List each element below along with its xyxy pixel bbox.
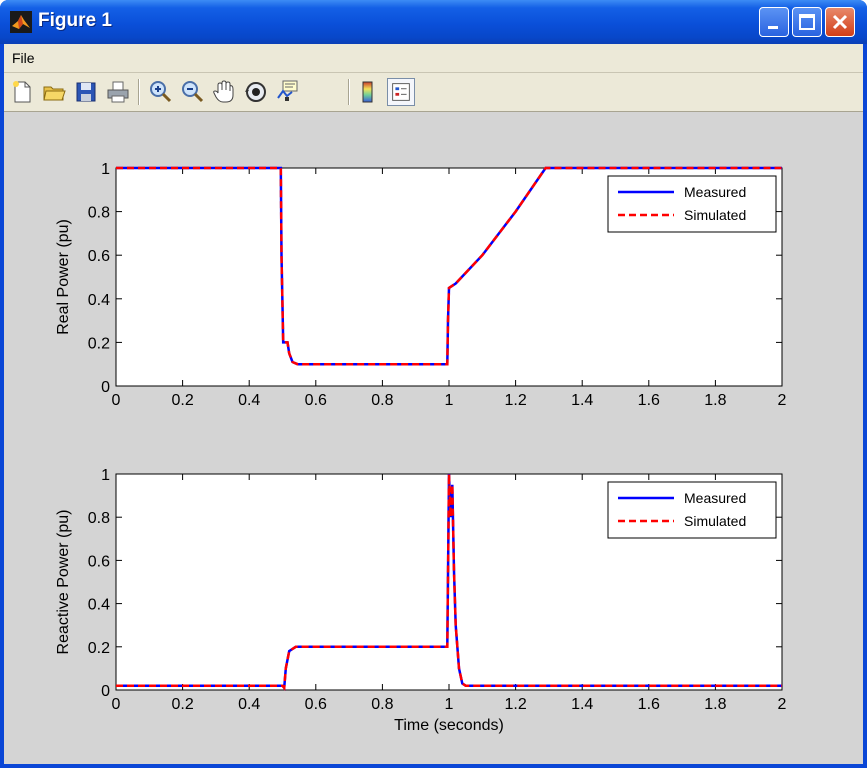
y-axis-label: Reactive Power (pu) xyxy=(55,510,72,655)
y-tick-label: 0.2 xyxy=(88,335,110,352)
y-tick-label: 0.4 xyxy=(88,597,110,614)
y-tick-label: 1 xyxy=(101,161,110,178)
rotate-3d-icon[interactable] xyxy=(242,78,270,106)
axes-1: 0 0.2 0.4 0.6 0.8 1 1.2 1.4 1.6 1.8 2 0 0.2 0.4 0.6 0.8… xyxy=(55,161,787,409)
close-icon xyxy=(832,14,848,30)
x-tick-label: 0.8 xyxy=(371,696,393,713)
print-icon[interactable] xyxy=(104,78,132,106)
save-icon[interactable] xyxy=(72,78,100,106)
axes-2: 0 0.2 0.4 0.6 0.8 1 1.2 1.4 1.6 1.8 2 0 0.2 0.4 0.6 0.8… xyxy=(55,467,787,734)
toolbar-separator xyxy=(348,79,350,105)
x-tick-label: 0.2 xyxy=(171,696,193,713)
legend: Measured Simulated xyxy=(607,481,777,539)
x-tick-label: 1.8 xyxy=(704,392,726,409)
y-tick-label: 0.8 xyxy=(88,510,110,527)
window-title: Figure 1 xyxy=(38,10,112,31)
x-axis-label: Time (seconds) xyxy=(394,717,504,734)
x-tick-label: 1.6 xyxy=(638,696,660,713)
plots-svg: 0 0.2 0.4 0.6 0.8 1 1.2 1.4 1.6 1.8 2 0 0.2 0.4 0.6 0.8… xyxy=(55,161,787,734)
menu-bar: File xyxy=(4,44,863,73)
legend-entry-measured: Measured xyxy=(684,184,746,200)
figure-window: Figure 1 File 0 0.2 0.4 0.6 0.8 1 1.2 1.… xyxy=(0,0,867,768)
figure-canvas: 0 0.2 0.4 0.6 0.8 1 1.2 1.4 1.6 1.8 2 0 0.2 0.4 0.6 0.8… xyxy=(4,112,863,764)
x-tick-label: 1 xyxy=(445,696,454,713)
x-tick-label: 1.4 xyxy=(571,392,593,409)
x-tick-label: 2 xyxy=(778,696,787,713)
open-file-icon[interactable] xyxy=(40,78,68,106)
minimize-icon xyxy=(768,26,778,29)
pan-hand-icon[interactable] xyxy=(210,78,238,106)
x-tick-label: 0 xyxy=(112,392,121,409)
maximize-icon xyxy=(799,14,815,30)
x-tick-label: 0.6 xyxy=(305,696,327,713)
y-tick-label: 1 xyxy=(101,467,110,484)
legend-icon[interactable] xyxy=(387,78,415,106)
close-button[interactable] xyxy=(825,7,855,37)
x-tick-label: 0.4 xyxy=(238,392,260,409)
x-tick-label: 1.2 xyxy=(504,392,526,409)
legend-entry-simulated: Simulated xyxy=(684,513,746,529)
y-tick-label: 0.6 xyxy=(88,248,110,265)
toolbar-separator xyxy=(138,79,140,105)
y-tick-label: 0.8 xyxy=(88,205,110,222)
x-tick-label: 2 xyxy=(778,392,787,409)
legend: Measured Simulated xyxy=(607,175,777,233)
legend-entry-simulated: Simulated xyxy=(684,207,746,223)
x-tick-label: 0.6 xyxy=(305,392,327,409)
x-tick-label: 0 xyxy=(112,696,121,713)
legend-entry-measured: Measured xyxy=(684,490,746,506)
data-cursor-icon[interactable] xyxy=(274,78,302,106)
x-tick-label: 1.8 xyxy=(704,696,726,713)
x-tick-label: 1 xyxy=(445,392,454,409)
x-tick-label: 1.6 xyxy=(638,392,660,409)
y-tick-label: 0.4 xyxy=(88,292,110,309)
figure-toolbar xyxy=(4,73,863,112)
zoom-out-icon[interactable] xyxy=(178,78,206,106)
y-tick-label: 0.6 xyxy=(88,553,110,570)
minimize-button[interactable] xyxy=(759,7,789,37)
y-tick-label: 0 xyxy=(101,379,110,396)
new-figure-icon[interactable] xyxy=(8,78,36,106)
colorbar-icon[interactable] xyxy=(354,78,382,106)
title-bar[interactable]: Figure 1 xyxy=(0,0,867,44)
x-tick-label: 1.2 xyxy=(504,696,526,713)
x-tick-label: 0.8 xyxy=(371,392,393,409)
x-tick-label: 1.4 xyxy=(571,696,593,713)
y-axis-label: Real Power (pu) xyxy=(55,219,72,335)
x-tick-label: 0.2 xyxy=(171,392,193,409)
menu-file[interactable]: File xyxy=(12,50,35,66)
x-tick-label: 0.4 xyxy=(238,696,260,713)
zoom-in-icon[interactable] xyxy=(146,78,174,106)
maximize-button[interactable] xyxy=(792,7,822,37)
window-client: File 0 0.2 0.4 0.6 0.8 1 1.2 1.4 1.6 1.8… xyxy=(4,44,863,764)
y-tick-label: 0 xyxy=(101,683,110,700)
y-tick-label: 0.2 xyxy=(88,640,110,657)
matlab-logo-icon xyxy=(10,11,32,33)
